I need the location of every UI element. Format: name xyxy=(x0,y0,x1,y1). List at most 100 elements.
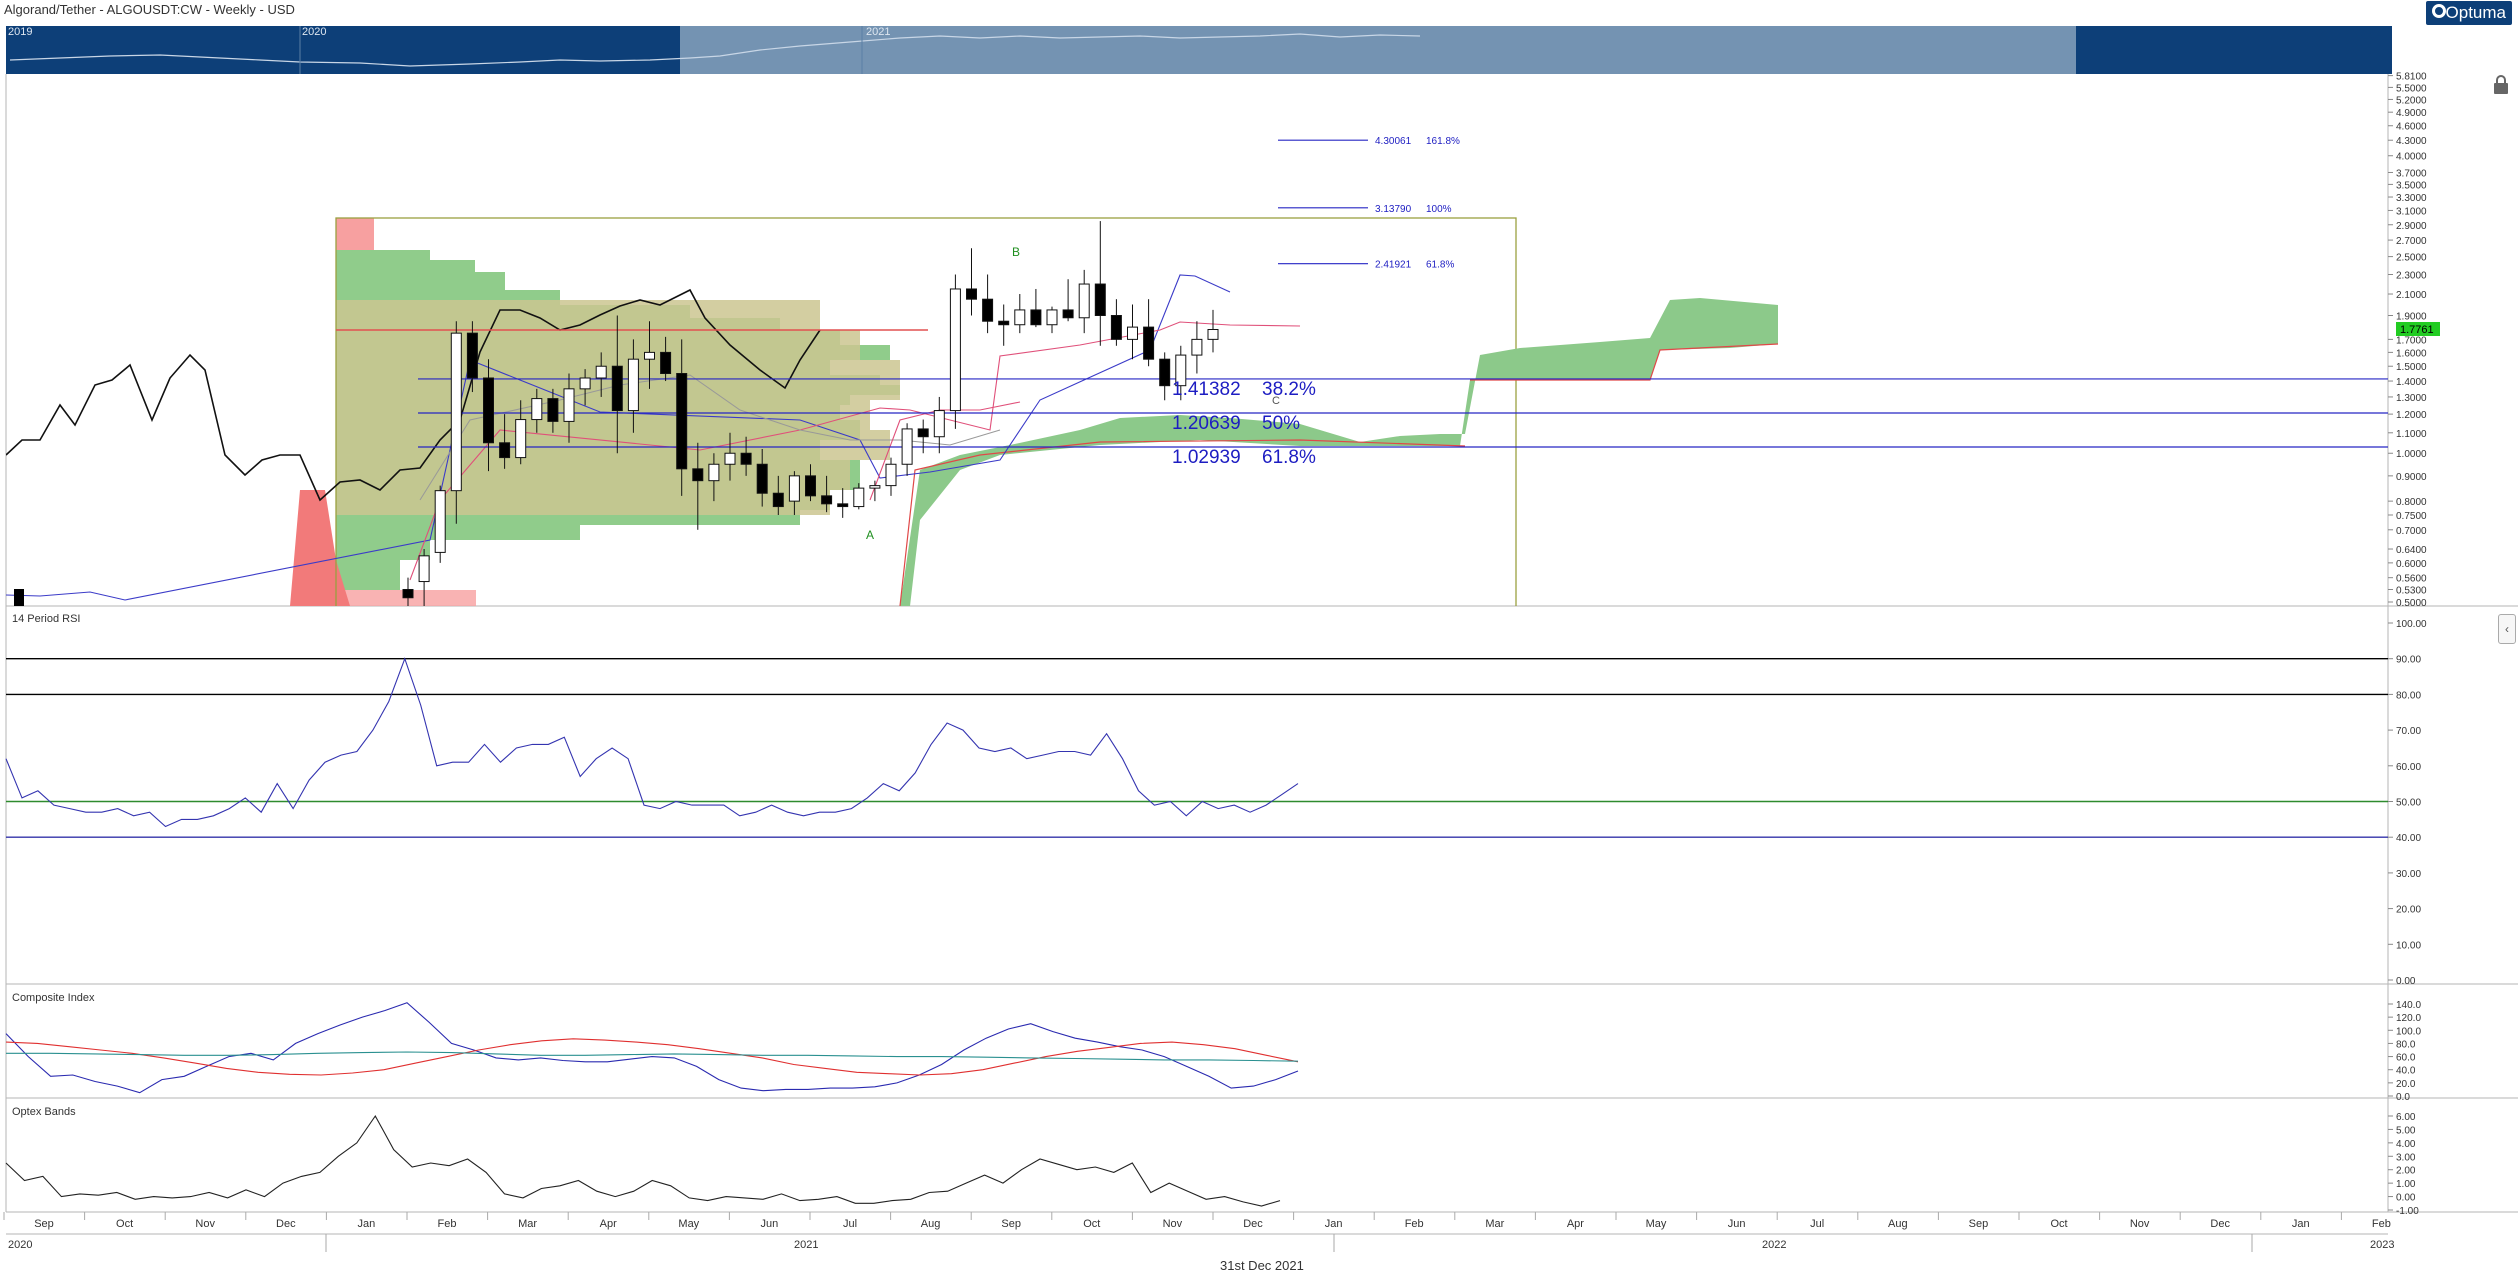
composite-title: Composite Index xyxy=(12,992,95,1004)
month-label: Dec xyxy=(2210,1218,2230,1230)
candle-body xyxy=(611,365,623,412)
fib-retracement-percent: 38.2% xyxy=(1262,379,1316,400)
price-axis-label: 5.5000 xyxy=(2396,83,2427,94)
candle-body xyxy=(740,452,752,465)
month-label: May xyxy=(1646,1218,1667,1230)
last-price-label: 1.7761 xyxy=(2400,324,2434,336)
price-axis-label: 4.0000 xyxy=(2396,152,2427,163)
year-label: 2021 xyxy=(794,1239,818,1251)
axis-label: 80.00 xyxy=(2396,690,2421,701)
price-axis-label: 2.1000 xyxy=(2396,290,2427,301)
fib-labels: 1.41382 38.2% 1.20639 50% 1.02939 61.8% 4.3006… xyxy=(1172,136,1460,468)
month-label: Jan xyxy=(1325,1218,1343,1230)
price-axis-label: 3.1000 xyxy=(2396,206,2427,217)
fib-retracement-value: 1.41382 xyxy=(1172,379,1241,400)
candle-body xyxy=(660,351,672,375)
month-label: Feb xyxy=(1405,1218,1424,1230)
year-label: 2020 xyxy=(8,1239,32,1251)
month-label: May xyxy=(678,1218,699,1230)
rsi-axis: 100.00 90.00 80.00 70.00 60.00 50.00 40.00 30.0… xyxy=(2388,619,2427,987)
month-label: Sep xyxy=(1969,1218,1989,1230)
month-label: Mar xyxy=(1485,1218,1504,1230)
optex-axis: 6.00 5.00 4.00 3.00 2.00 1.00 0.00 -1.00 xyxy=(2388,1112,2419,1217)
candle-body xyxy=(499,442,511,459)
price-axis[interactable]: 5.81005.50005.2000 4.9000 4.6000 4.3000 4.00… xyxy=(2388,72,2427,609)
year-label: 2022 xyxy=(1762,1239,1786,1251)
axis-label: -1.00 xyxy=(2396,1206,2419,1217)
axis-label: 20.00 xyxy=(2396,905,2421,916)
rsi-panel[interactable]: 14 Period RSI 100.00 90.00 80.00 70.00 60.00… xyxy=(5,613,2427,987)
axis-label: 60.00 xyxy=(2396,762,2421,773)
axis-label: 1.00 xyxy=(2396,1179,2416,1190)
fib-extension-value: 2.41921 xyxy=(1375,260,1412,271)
axis-label: 4.00 xyxy=(2396,1139,2416,1150)
last-price-tag: 1.7761 xyxy=(2396,322,2440,336)
month-label: Jan xyxy=(358,1218,376,1230)
month-label: Sep xyxy=(34,1218,54,1230)
candle-body xyxy=(402,588,414,599)
candle-body xyxy=(772,492,784,508)
axis-label: 40.0 xyxy=(2396,1066,2416,1077)
fib-extension-percent: 100% xyxy=(1426,204,1452,215)
axis-label: 140.0 xyxy=(2396,1000,2421,1011)
candle-body xyxy=(885,463,897,487)
fib-retracement-value: 1.20639 xyxy=(1172,413,1241,434)
price-axis-label: 1.4000 xyxy=(2396,377,2427,388)
candle-body xyxy=(531,398,543,421)
chart-canvas[interactable]: 2019 2020 2021 A B C 1.41382 38.2%1.2063… xyxy=(0,0,2518,1284)
navigator[interactable]: 2019 2020 2021 xyxy=(6,26,2392,74)
candle-body xyxy=(1078,283,1090,319)
price-axis-label: 0.7500 xyxy=(2396,511,2427,522)
fib-extension-percent: 61.8% xyxy=(1426,260,1454,271)
optex-bands-panel[interactable]: Optex Bands 6.00 5.00 4.00 3.00 2.00 1.00 0.00… xyxy=(5,1106,2419,1217)
candle-body xyxy=(756,463,768,494)
composite-index-panel[interactable]: Composite Index 140.0 120.0 100.0 80.0 60.0 4… xyxy=(5,992,2421,1103)
volume-profile xyxy=(290,218,900,606)
price-axis-label: 3.5000 xyxy=(2396,180,2427,191)
fib-extension-percent: 161.8% xyxy=(1426,136,1460,147)
price-axis-label: 1.3000 xyxy=(2396,393,2427,404)
candle-body xyxy=(1207,329,1219,340)
month-label: Jun xyxy=(1728,1218,1746,1230)
panel-frames xyxy=(5,74,2518,1235)
optex-title: Optex Bands xyxy=(12,1106,76,1118)
composite-axis: 140.0 120.0 100.0 80.0 60.0 40.0 20.0 0.0 xyxy=(2388,1000,2421,1103)
axis-label: 120.0 xyxy=(2396,1013,2421,1024)
axis-label: 20.0 xyxy=(2396,1079,2416,1090)
price-axis-label: 1.5000 xyxy=(2396,362,2427,373)
time-axis[interactable]: Sep Oct Nov Dec Jan Feb Mar Apr May Jun Jul Aug Sep O… xyxy=(3,1212,2394,1252)
price-axis-label: 2.9000 xyxy=(2396,221,2427,232)
axis-label: 50.00 xyxy=(2396,798,2421,809)
composite-lines xyxy=(5,1002,1299,1094)
price-axis-label: 5.8100 xyxy=(2396,72,2427,83)
price-axis-label: 0.5000 xyxy=(2396,598,2427,609)
candle-body xyxy=(450,332,462,492)
axis-label: 100.0 xyxy=(2396,1026,2421,1037)
month-label: Dec xyxy=(1243,1218,1263,1230)
axis-label: 5.00 xyxy=(2396,1125,2416,1136)
candle-body xyxy=(1014,309,1026,326)
candle-body xyxy=(933,410,945,438)
price-axis-label: 4.9000 xyxy=(2396,108,2427,119)
fib-retracement-percent: 61.8% xyxy=(1262,447,1316,468)
month-label: Oct xyxy=(2050,1218,2067,1230)
month-label: Apr xyxy=(1567,1218,1584,1230)
price-axis-label: 1.2000 xyxy=(2396,410,2427,421)
candle-body xyxy=(466,332,478,379)
price-axis-label: 1.1000 xyxy=(2396,429,2427,440)
candle-body xyxy=(563,388,575,422)
price-axis-label: 0.8000 xyxy=(2396,497,2427,508)
wave-label-b: B xyxy=(1012,245,1020,259)
axis-label: 6.00 xyxy=(2396,1112,2416,1123)
candle-body xyxy=(483,377,494,444)
axis-label: 0.00 xyxy=(2396,1193,2416,1204)
month-label: Nov xyxy=(1163,1218,1183,1230)
candle-body xyxy=(595,365,607,379)
candle-body xyxy=(901,428,913,465)
candle-body xyxy=(982,298,994,322)
rsi-title: 14 Period RSI xyxy=(12,613,80,625)
navigator-year-label: 2020 xyxy=(302,26,326,38)
candle-body xyxy=(1062,309,1074,319)
candle-body xyxy=(869,485,881,489)
candle-body xyxy=(821,495,833,505)
